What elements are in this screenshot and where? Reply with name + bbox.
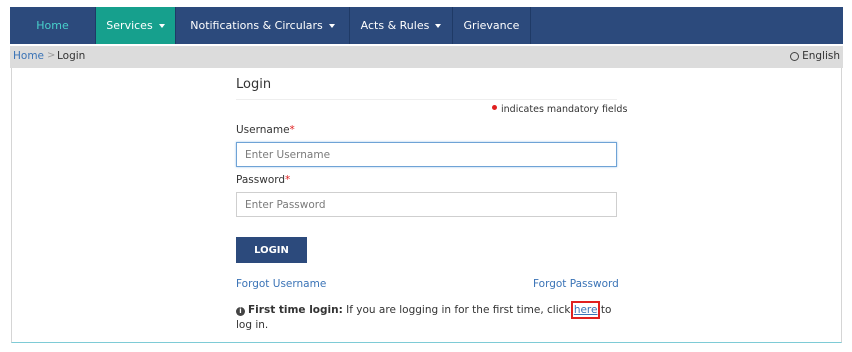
title-divider (236, 99, 617, 100)
first-time-text: If you are logging in for the first time… (342, 304, 574, 316)
nav-services-label: Services (106, 19, 153, 32)
breadcrumb-current: Login (57, 50, 86, 62)
nav-home-label: Home (36, 19, 69, 32)
mandatory-note-text: indicates mandatory fields (501, 104, 628, 115)
nav-grievance[interactable]: Grievance (453, 7, 531, 44)
nav-notifications-label: Notifications & Circulars (190, 19, 323, 32)
nav-acts-label: Acts & Rules (360, 19, 430, 32)
breadcrumb-home-link[interactable]: Home (13, 50, 44, 62)
username-label-text: Username (236, 124, 290, 136)
first-time-heading: First time login: (248, 304, 343, 316)
login-button[interactable]: LOGIN (236, 237, 307, 263)
chevron-down-icon (435, 23, 442, 28)
main-nav: Home Services Notifications & Circulars … (10, 7, 843, 44)
nav-home[interactable]: Home (10, 7, 96, 44)
page-title: Login (236, 77, 272, 92)
username-label: Username* (236, 124, 295, 136)
nav-services[interactable]: Services (96, 7, 176, 44)
password-label-text: Password (236, 174, 286, 186)
breadcrumb-separator: > (47, 50, 56, 61)
nav-acts-rules[interactable]: Acts & Rules (350, 7, 453, 44)
first-time-login-note: i First time login: If you are logging in… (236, 301, 618, 333)
language-label: English (802, 50, 840, 62)
username-input[interactable] (236, 142, 617, 167)
first-time-here-link[interactable]: here (570, 301, 601, 319)
required-dot-icon (492, 105, 497, 110)
forgot-password-link[interactable]: Forgot Password (533, 278, 619, 290)
forgot-username-link[interactable]: Forgot Username (236, 278, 326, 290)
password-input[interactable] (236, 192, 617, 217)
language-selector[interactable]: English (790, 50, 840, 62)
password-label: Password* (236, 174, 290, 186)
chevron-down-icon (328, 23, 335, 28)
globe-icon (790, 51, 800, 61)
breadcrumb: Home > Login English (10, 46, 843, 68)
required-asterisk: * (289, 124, 295, 136)
chevron-down-icon (158, 23, 165, 28)
nav-notifications-circulars[interactable]: Notifications & Circulars (176, 7, 350, 44)
nav-grievance-label: Grievance (463, 19, 520, 32)
mandatory-note: indicates mandatory fields (492, 104, 627, 115)
required-asterisk: * (285, 174, 291, 186)
info-icon: i (236, 307, 245, 316)
